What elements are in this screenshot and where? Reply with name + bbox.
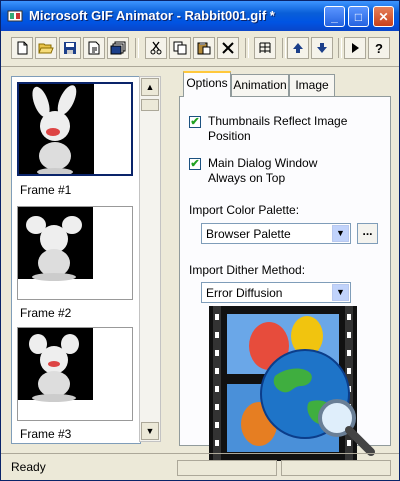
status-bar: Ready bbox=[1, 453, 399, 481]
tab-image[interactable]: Image bbox=[289, 74, 335, 96]
help-icon[interactable]: ? bbox=[368, 37, 390, 59]
frame-label: Frame #3 bbox=[20, 427, 72, 441]
paste-icon[interactable] bbox=[193, 37, 215, 59]
frame-thumbnail-1[interactable] bbox=[17, 82, 133, 176]
thumbnails-reflect-checkbox[interactable]: ✔ bbox=[189, 116, 201, 128]
tab-animation[interactable]: Animation bbox=[231, 74, 289, 96]
maximize-button[interactable]: □ bbox=[348, 6, 369, 27]
frame-list-scrollbar[interactable]: ▲ ▼ bbox=[139, 76, 161, 442]
import-palette-select[interactable]: Browser Palette ▼ bbox=[201, 223, 351, 244]
copy-icon[interactable] bbox=[169, 37, 191, 59]
window-title: Microsoft GIF Animator - Rabbit001.gif * bbox=[29, 8, 275, 23]
new-file-icon[interactable] bbox=[11, 37, 33, 59]
save-icon[interactable] bbox=[59, 37, 81, 59]
status-pane bbox=[281, 460, 391, 476]
film-globe-magnifier-logo bbox=[209, 306, 375, 461]
tab-options[interactable]: Options bbox=[183, 71, 231, 97]
frame-list[interactable]: Frame #1 Frame #2 Frame #3 bbox=[11, 76, 141, 444]
play-icon[interactable] bbox=[344, 37, 366, 59]
open-folder-icon[interactable] bbox=[35, 37, 57, 59]
scroll-up-icon[interactable]: ▲ bbox=[141, 78, 159, 96]
move-down-icon[interactable] bbox=[311, 37, 333, 59]
status-text: Ready bbox=[11, 460, 46, 474]
import-dither-value: Error Diffusion bbox=[206, 286, 283, 300]
cut-icon[interactable] bbox=[145, 37, 167, 59]
insert-frames-icon[interactable] bbox=[107, 37, 129, 59]
frame-label: Frame #1 bbox=[20, 183, 72, 197]
import-dither-label: Import Dither Method: bbox=[189, 263, 306, 277]
thumbnails-reflect-label-line2: Position bbox=[208, 129, 251, 143]
move-up-icon[interactable] bbox=[287, 37, 309, 59]
frame-label: Frame #2 bbox=[20, 306, 72, 320]
properties-tree-icon[interactable] bbox=[254, 37, 276, 59]
status-pane bbox=[177, 460, 277, 476]
delete-icon[interactable] bbox=[217, 37, 239, 59]
gif-animator-app-icon[interactable] bbox=[7, 8, 23, 24]
rabbit-image bbox=[19, 84, 94, 176]
main-on-top-label-line1: Main Dialog Window bbox=[208, 156, 318, 170]
minimize-button[interactable]: _ bbox=[324, 6, 345, 27]
frame-thumbnail-2[interactable] bbox=[17, 206, 133, 300]
scroll-thumb[interactable] bbox=[141, 99, 159, 111]
rabbit-image bbox=[18, 328, 93, 402]
main-on-top-checkbox[interactable]: ✔ bbox=[189, 158, 201, 170]
main-on-top-label-line2: Always on Top bbox=[208, 171, 286, 185]
toolbar: ? bbox=[1, 32, 399, 67]
import-dither-select[interactable]: Error Diffusion ▼ bbox=[201, 282, 351, 303]
frame-thumbnail-3[interactable] bbox=[17, 327, 133, 421]
scroll-down-icon[interactable]: ▼ bbox=[141, 422, 159, 440]
title-bar[interactable]: Microsoft GIF Animator - Rabbit001.gif *… bbox=[1, 1, 399, 31]
save-as-icon[interactable] bbox=[83, 37, 105, 59]
rabbit-image bbox=[18, 207, 93, 281]
import-palette-value: Browser Palette bbox=[206, 227, 291, 241]
dropdown-arrow-icon[interactable]: ▼ bbox=[332, 225, 349, 242]
app-window: Microsoft GIF Animator - Rabbit001.gif *… bbox=[0, 0, 400, 481]
dropdown-arrow-icon[interactable]: ▼ bbox=[332, 284, 349, 301]
import-palette-label: Import Color Palette: bbox=[189, 203, 300, 217]
browse-palette-button[interactable]: ... bbox=[357, 223, 378, 244]
thumbnails-reflect-label-line1: Thumbnails Reflect Image bbox=[208, 114, 348, 128]
close-button[interactable]: ✕ bbox=[373, 6, 394, 27]
